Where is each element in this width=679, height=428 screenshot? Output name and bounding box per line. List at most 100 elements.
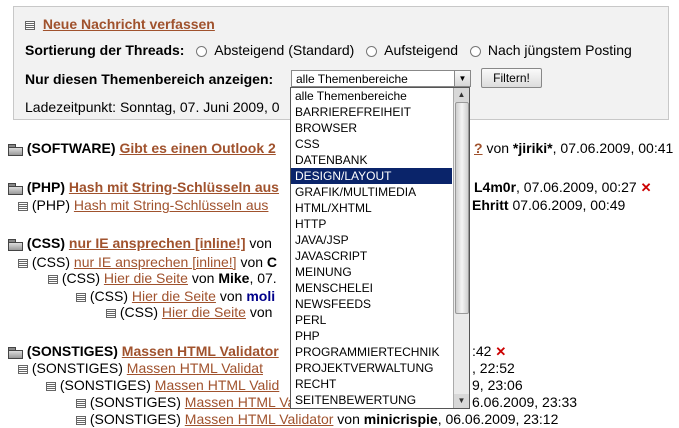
dropdown-scrollbar[interactable]: ▲ ▼	[453, 88, 469, 408]
radio-descending-label: Absteigend (Standard)	[214, 42, 355, 58]
dropdown-option[interactable]: BROWSER	[291, 120, 452, 136]
dropdown-option[interactable]: CSS	[291, 136, 452, 152]
thread-row-tail: L4m0r, 07.06.2009, 00:27 ✕	[474, 179, 652, 196]
dropdown-option[interactable]: PROGRAMMIERTECHNIK	[291, 344, 452, 360]
dropdown-option[interactable]: MEINUNG	[291, 264, 452, 280]
document-icon	[46, 381, 56, 391]
close-icon[interactable]: ✕	[641, 180, 652, 195]
radio-descending[interactable]	[196, 45, 208, 57]
thread-title-link-tail[interactable]: ?	[474, 140, 483, 156]
reply-title-link[interactable]: Hier die Seite	[132, 288, 216, 304]
radio-ascending[interactable]	[366, 45, 378, 57]
reply-row: (SONSTIGES) Massen HTML Validator von mi…	[76, 411, 558, 427]
von-text: von	[236, 254, 267, 270]
dropdown-option[interactable]: RECHT	[291, 376, 452, 392]
dropdown-option[interactable]: PROJEKTVERWALTUNG	[291, 360, 452, 376]
document-icon	[76, 415, 86, 425]
reply-row: (CSS) nur IE ansprechen [inline!] von C	[18, 254, 277, 270]
sorting-row: Sortierung der Threads: Absteigend (Stan…	[25, 42, 632, 58]
document-icon	[18, 258, 28, 268]
filter-label: Nur diesen Themenbereich anzeigen:	[25, 71, 274, 87]
reply-date: , 06.06.2009, 23:12	[437, 411, 559, 427]
dropdown-option[interactable]: MENSCHELEI	[291, 280, 452, 296]
radio-latest-posting-label: Nach jüngstem Posting	[487, 42, 632, 58]
thread-date: , 07.06.2009, 00:41	[552, 140, 674, 156]
reply-date: 9, 23:06	[472, 377, 523, 393]
reply-date: 07.06.2009, 00:49	[508, 197, 626, 213]
filter-button[interactable]: Filtern!	[481, 68, 542, 88]
thread-date: :42	[472, 343, 492, 359]
thread-row-tail: ? von *jiriki*, 07.06.2009, 00:41	[474, 140, 673, 156]
thread-title-link[interactable]: Massen HTML Validator	[122, 343, 279, 359]
reply-row-tail: , 22:52	[472, 360, 515, 376]
dropdown-option[interactable]: alle Themenbereiche	[291, 88, 452, 104]
scroll-up-icon[interactable]: ▲	[454, 88, 469, 102]
thread-category: (PHP)	[26, 179, 66, 195]
thread-title-link[interactable]: Hash mit String-Schlüsseln aus	[69, 179, 279, 195]
dropdown-option[interactable]: SEITENBEWERTUNG	[291, 392, 452, 408]
reply-row: (SONSTIGES) Massen HTML Validat	[18, 360, 263, 376]
thread-author: L4m0r	[474, 179, 517, 195]
reply-row-tail: Ehritt 07.06.2009, 00:49	[472, 197, 625, 213]
dropdown-option[interactable]: HTML/XHTML	[291, 200, 452, 216]
von-text: von	[333, 411, 364, 427]
reply-title-link[interactable]: Massen HTML Validat	[127, 360, 263, 376]
thread-row: (PHP) Hash mit String-Schlüsseln aus	[8, 179, 279, 195]
reply-row: (CSS) Hier die Seite von	[106, 304, 272, 320]
reply-author: C	[266, 254, 278, 270]
dropdown-option[interactable]: JAVASCRIPT	[291, 248, 452, 264]
reply-title-link[interactable]: Massen HTML Valid	[155, 377, 279, 393]
dropdown-option[interactable]: NEWSFEEDS	[291, 296, 452, 312]
document-icon	[76, 292, 86, 302]
reply-category: (CSS)	[89, 288, 129, 304]
scroll-down-icon[interactable]: ▼	[454, 394, 469, 408]
reply-author: Ehritt	[472, 197, 509, 213]
reply-title-link[interactable]: Hier die Seite	[162, 304, 246, 320]
scroll-thumb[interactable]	[455, 102, 469, 314]
von-text: von	[187, 270, 219, 286]
reply-author: Mike	[218, 270, 250, 286]
reply-title-link[interactable]: Hier die Seite	[104, 270, 188, 286]
thread-title-link[interactable]: nur IE ansprechen [inline!]	[69, 235, 246, 251]
topic-select[interactable]: alle Themenbereiche ▼	[291, 70, 471, 87]
loadtime-row: Ladezeitpunkt: Sonntag, 07. Juni 2009, 0	[25, 99, 280, 115]
reply-title-link[interactable]: nur IE ansprechen [inline!]	[74, 254, 237, 270]
reply-author: moli	[246, 288, 276, 304]
dropdown-option[interactable]: DESIGN/LAYOUT	[291, 168, 452, 184]
reply-title-link[interactable]: Massen HTML Validator	[185, 411, 334, 427]
dropdown-option[interactable]: PHP	[291, 328, 452, 344]
chevron-down-icon[interactable]: ▼	[454, 71, 470, 86]
reply-row: (SONSTIGES) Massen HTML Valid	[46, 377, 279, 393]
thread-title-link[interactable]: Gibt es einen Outlook 2	[119, 140, 275, 156]
dropdown-option[interactable]: GRAFIK/MULTIMEDIA	[291, 184, 452, 200]
topic-dropdown-list[interactable]: alle Themenbereiche BARRIEREFREIHEIT BROWS…	[290, 87, 470, 409]
document-icon	[25, 20, 35, 30]
reply-category: (PHP)	[31, 197, 71, 213]
reply-author: minicrispie	[363, 411, 438, 427]
reply-row: (PHP) Hash mit String-Schlüsseln aus	[18, 197, 268, 213]
document-icon	[48, 274, 58, 284]
dropdown-option[interactable]: DATENBANK	[291, 152, 452, 168]
radio-latest-posting[interactable]	[469, 45, 481, 57]
reply-row: (CSS) Hier die Seite von moli	[76, 288, 275, 304]
von-text: von	[245, 235, 272, 251]
dropdown-option[interactable]: PERL	[291, 312, 452, 328]
thread-row-tail: :42 ✕	[472, 343, 506, 360]
folder-icon	[8, 143, 23, 156]
compose-link[interactable]: Neue Nachricht verfassen	[43, 16, 215, 32]
compose-row: Neue Nachricht verfassen	[25, 16, 215, 32]
reply-title-link[interactable]: Hash mit String-Schlüsseln aus	[74, 197, 269, 213]
document-icon	[18, 201, 28, 211]
radio-ascending-label: Aufsteigend	[384, 42, 459, 58]
reply-category: (SONSTIGES)	[59, 377, 151, 393]
dropdown-option[interactable]: HTTP	[291, 216, 452, 232]
dropdown-option[interactable]: BARRIEREFREIHEIT	[291, 104, 452, 120]
document-icon	[106, 308, 116, 318]
von-text: von	[482, 140, 513, 156]
folder-icon	[8, 238, 23, 251]
thread-row: (SONSTIGES) Massen HTML Validator	[8, 343, 279, 359]
close-icon[interactable]: ✕	[495, 344, 506, 359]
reply-category: (SONSTIGES)	[31, 360, 123, 376]
dropdown-option[interactable]: JAVA/JSP	[291, 232, 452, 248]
reply-category: (CSS)	[31, 254, 71, 270]
